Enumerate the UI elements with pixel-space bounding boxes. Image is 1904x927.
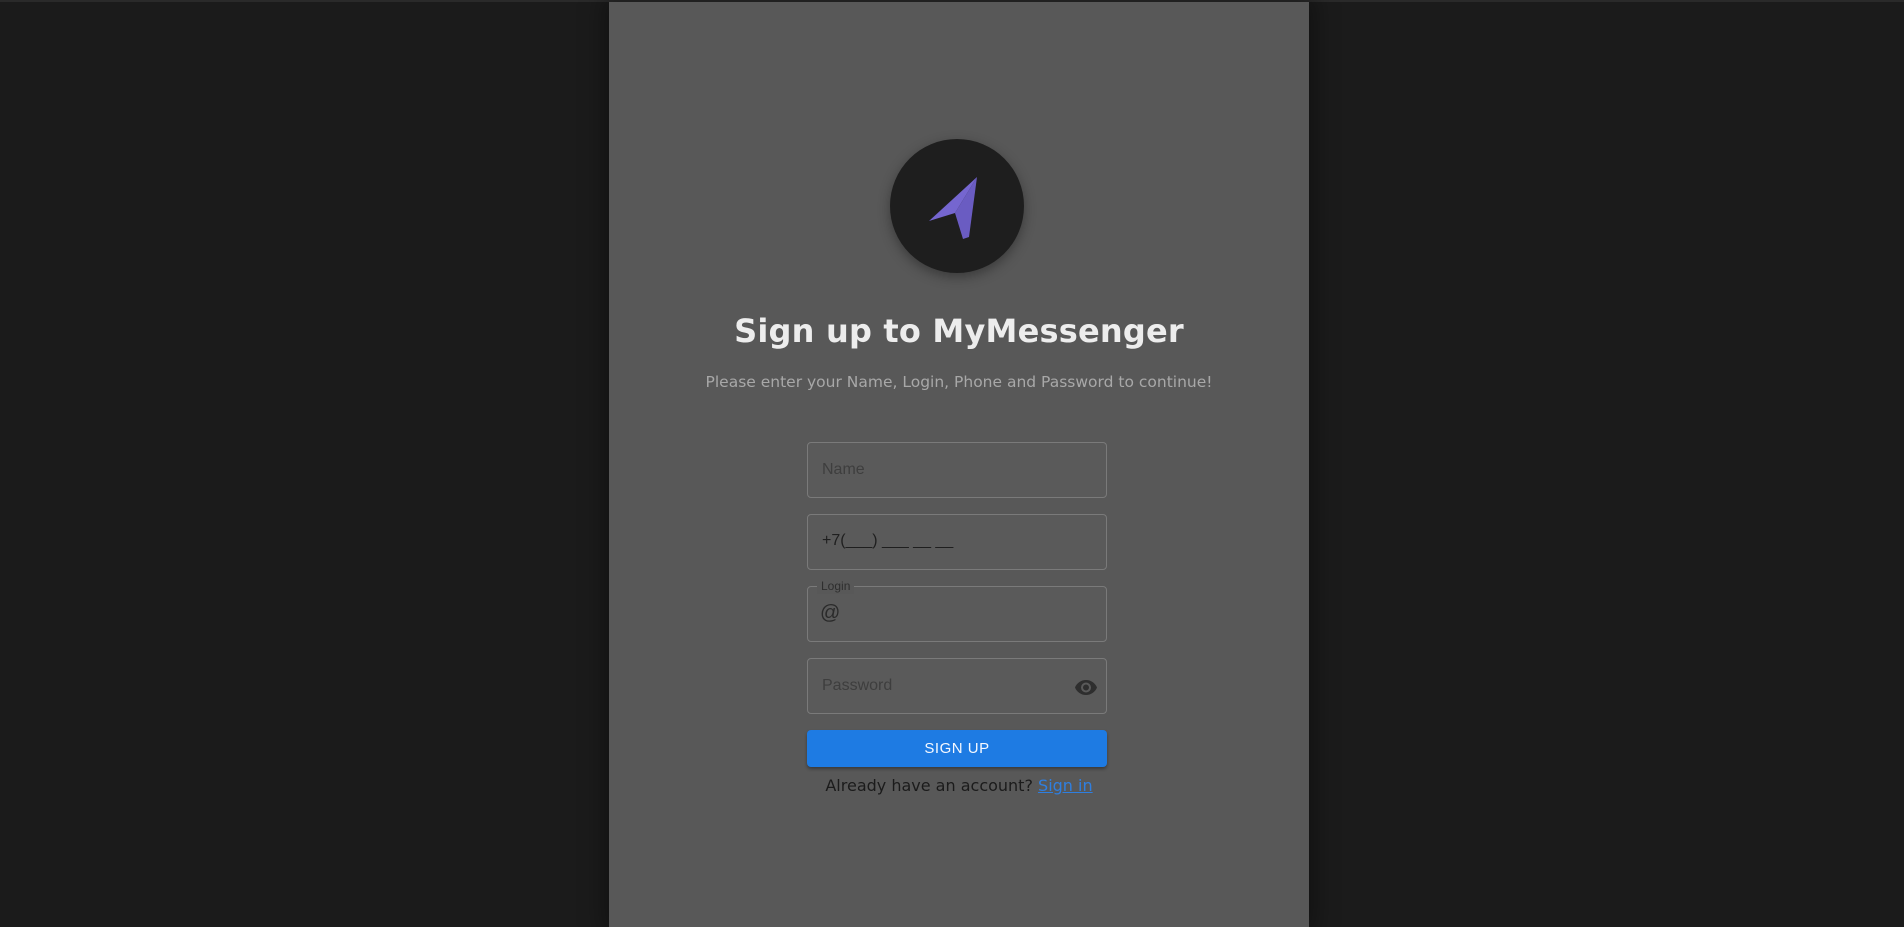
password-input[interactable] [808, 659, 1106, 713]
phone-field[interactable]: +7(___) ___ __ __ [807, 514, 1107, 570]
signin-prompt-text: Already have an account? [825, 776, 1033, 795]
app-logo [890, 139, 1024, 273]
sign-in-link[interactable]: Sign in [1038, 776, 1093, 795]
login-field[interactable]: Login @ [807, 578, 1107, 642]
phone-input-mask[interactable]: +7(___) ___ __ __ [822, 532, 953, 550]
paper-plane-icon [929, 177, 977, 239]
name-field[interactable] [807, 442, 1107, 498]
page-subtitle: Please enter your Name, Login, Phone and… [705, 373, 1213, 391]
page-title: Sign up to MyMessenger [734, 312, 1184, 350]
login-input[interactable] [808, 587, 1106, 641]
sign-up-button[interactable]: SIGN UP [807, 730, 1107, 767]
password-field[interactable] [807, 658, 1107, 714]
eye-icon[interactable] [1074, 675, 1098, 699]
name-input[interactable] [808, 443, 1106, 497]
signin-prompt: Already have an account? Sign in [609, 776, 1309, 795]
